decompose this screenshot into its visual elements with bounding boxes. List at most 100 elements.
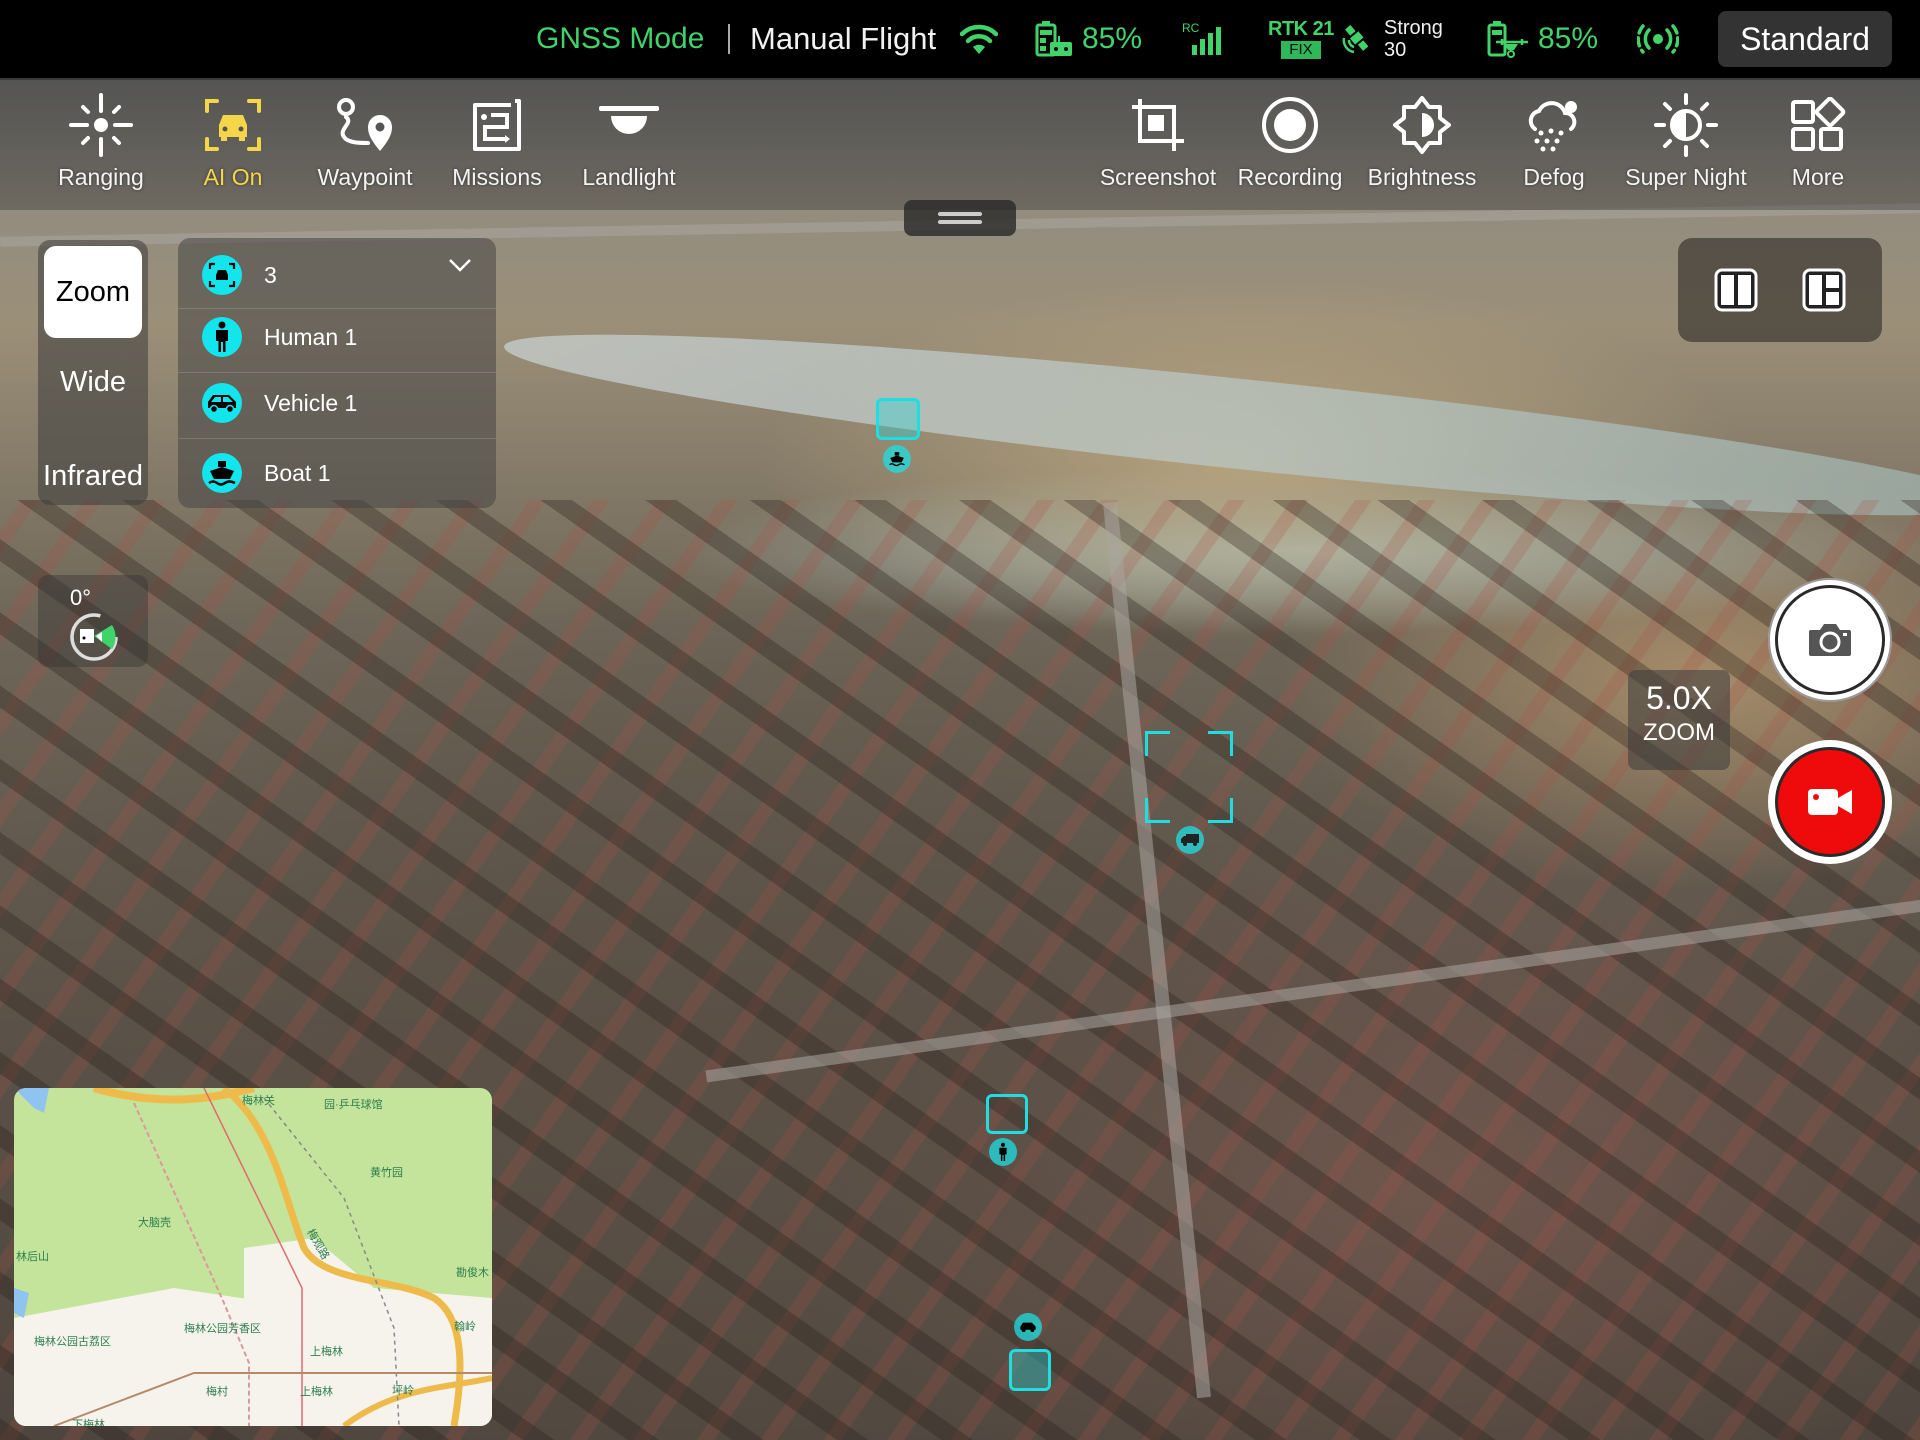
map-label: 上梅林 <box>310 1346 343 1358</box>
rc-battery: 85% <box>1034 0 1142 78</box>
tool-label: Landlight <box>582 164 676 190</box>
flight-mode[interactable]: Manual Flight <box>750 0 936 78</box>
split-two-icon <box>1714 268 1758 312</box>
tool-brightness[interactable]: Brightness <box>1357 90 1487 191</box>
rtk-label: RTK <box>1268 18 1308 40</box>
map-label: 梅林公园芳香区 <box>184 1323 261 1335</box>
map-label: 大脑壳 <box>138 1217 171 1229</box>
drone-battery-icon <box>1487 21 1528 58</box>
zoom-label: ZOOM <box>1643 719 1715 746</box>
divider <box>178 438 496 439</box>
satellite-count: 30 <box>1384 39 1407 61</box>
super-night-icon <box>1651 90 1721 160</box>
map-label: 林后山 <box>16 1251 49 1263</box>
wifi-icon <box>960 0 998 78</box>
lens-wide-button[interactable]: Wide <box>38 366 148 399</box>
zoom-indicator[interactable]: 5.0X ZOOM <box>1628 670 1730 770</box>
detection-box-boat[interactable] <box>876 398 920 440</box>
tool-recording[interactable]: Recording <box>1225 90 1355 191</box>
speed-mode-button[interactable]: Standard <box>1718 11 1892 67</box>
truck-tag-icon <box>1176 826 1204 854</box>
map-label: 坪岭 <box>392 1385 414 1397</box>
split-two-pane-button[interactable] <box>1714 268 1758 317</box>
landlight-icon <box>594 90 664 160</box>
split-view-control <box>1678 238 1882 342</box>
video-record-button[interactable] <box>1768 740 1892 864</box>
positioning-mode[interactable]: GNSS Mode <box>536 0 704 78</box>
chevron-down-icon[interactable] <box>448 258 472 277</box>
ai-row-label: Human 1 <box>264 323 358 350</box>
ai-row-label: Vehicle 1 <box>264 389 358 416</box>
tool-super-night[interactable]: Super Night <box>1621 90 1751 191</box>
tool-waypoint[interactable]: Waypoint <box>300 90 430 191</box>
map-label: 梅村 <box>206 1386 228 1398</box>
tool-label: Missions <box>452 164 542 190</box>
split-three-pane-button[interactable] <box>1802 268 1846 317</box>
tool-label: Defog <box>1523 164 1585 190</box>
map-label: 黄竹园 <box>370 1167 403 1179</box>
ai-total-count: 3 <box>264 261 277 288</box>
satellite-strength: Strong <box>1384 17 1443 39</box>
crop-icon <box>1123 90 1193 160</box>
rtk-count: 21 <box>1312 18 1335 40</box>
ai-car-icon <box>198 90 268 160</box>
ai-row-boat[interactable]: Boat 1 <box>202 448 331 498</box>
map-label: 上梅林 <box>300 1386 333 1398</box>
bracket <box>1208 731 1233 756</box>
more-grid-icon <box>1783 90 1853 160</box>
lens-zoom-button[interactable]: Zoom <box>44 246 142 338</box>
detection-box-human[interactable] <box>986 1094 1028 1134</box>
map-label: 梅林关 <box>242 1095 275 1107</box>
beacon-icon[interactable] <box>1637 0 1679 78</box>
lens-infrared-button[interactable]: Infrared <box>38 460 148 493</box>
signal-bars-icon: RC <box>1182 21 1221 55</box>
record-dot-icon <box>1255 90 1325 160</box>
bracket <box>1145 731 1170 756</box>
photo-shutter-button[interactable] <box>1768 578 1892 702</box>
gimbal-indicator: 0° <box>38 575 148 667</box>
ai-row-human[interactable]: Human 1 <box>202 312 357 362</box>
detection-box-vehicle-2[interactable] <box>1009 1349 1051 1391</box>
tool-ranging[interactable]: Ranging <box>36 90 166 191</box>
missions-icon <box>462 90 532 160</box>
split-three-icon <box>1802 268 1846 312</box>
rtk-status[interactable]: RTK 21 FIX <box>1268 0 1334 78</box>
boat-icon <box>202 453 242 493</box>
rc-battery-value: 85% <box>1082 22 1143 55</box>
minimap[interactable]: 梅林关 园·乒乓球馆 黄竹园 大脑壳 林后山 梅观路 勘俊木 梅林公园古荔区 梅… <box>14 1088 492 1426</box>
status-bar: GNSS Mode Manual Flight 85% RC RTK 21 FI… <box>0 0 1920 78</box>
tool-label: Brightness <box>1367 164 1477 190</box>
svg-text:RC: RC <box>1182 21 1200 35</box>
tool-screenshot[interactable]: Screenshot <box>1093 90 1223 191</box>
gimbal-angle: 0° <box>70 585 92 610</box>
video-camera-icon <box>1808 789 1852 815</box>
ai-detection-panel: 3 Human 1 Vehicle 1 Boat 1 <box>178 238 496 508</box>
satellite-status: Strong 30 <box>1340 0 1443 78</box>
ai-total-row[interactable]: 3 <box>202 250 277 300</box>
zoom-value: 5.0X <box>1646 680 1712 716</box>
toolbar: Ranging AI On Waypoint Missions Landligh… <box>0 80 1920 210</box>
map-label: 下梅林 <box>72 1419 105 1426</box>
tool-landlight[interactable]: Landlight <box>564 90 694 191</box>
tool-missions[interactable]: Missions <box>432 90 562 191</box>
detection-box-vehicle[interactable] <box>1145 731 1233 823</box>
boat-tag-icon <box>883 445 911 473</box>
human-tag-icon <box>989 1138 1017 1166</box>
gimbal-direction-icon <box>70 613 118 661</box>
tool-label: More <box>1791 164 1845 190</box>
lens-switcher: Zoom Wide Infrared <box>38 240 148 505</box>
ai-row-vehicle[interactable]: Vehicle 1 <box>202 378 357 428</box>
tool-ai[interactable]: AI On <box>168 90 298 191</box>
divider <box>728 24 730 54</box>
tool-defog[interactable]: Defog <box>1489 90 1619 191</box>
divider <box>178 308 496 309</box>
drone-battery: 85% <box>1486 0 1598 78</box>
bracket <box>1145 798 1170 823</box>
tool-label: Screenshot <box>1099 164 1217 190</box>
drone-battery-value: 85% <box>1538 22 1599 55</box>
tool-more[interactable]: More <box>1753 90 1883 191</box>
rc-battery-icon <box>1035 21 1072 57</box>
tool-label: AI On <box>203 164 263 190</box>
tool-label: Waypoint <box>317 164 413 190</box>
toolbar-collapse-handle[interactable] <box>904 200 1016 236</box>
